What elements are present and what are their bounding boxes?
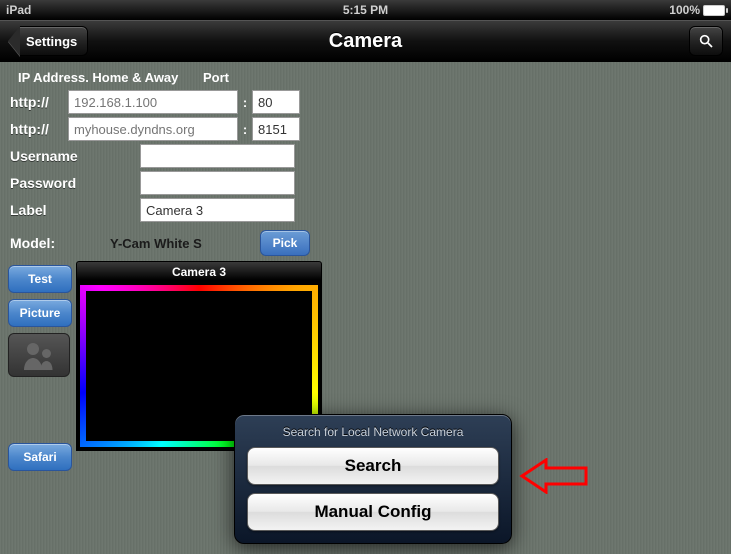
status-battery-percent: 100% — [669, 3, 700, 17]
model-value: Y-Cam White S — [110, 236, 260, 251]
header-port: Port — [203, 70, 263, 85]
model-label: Model: — [10, 235, 110, 251]
home-port-input[interactable] — [252, 90, 300, 114]
person-silhouette-icon — [21, 340, 57, 370]
popover-search-button[interactable]: Search — [247, 447, 499, 485]
proto-label-1: http:// — [10, 94, 68, 110]
back-button-label: Settings — [20, 26, 88, 56]
form-headers: IP Address. Home & Away Port — [10, 70, 360, 85]
battery-icon — [703, 5, 725, 16]
row-username: Username — [10, 143, 360, 169]
home-ip-input[interactable] — [68, 90, 238, 114]
magnifier-icon — [698, 33, 714, 49]
thumbnail-slot[interactable] — [8, 333, 70, 377]
search-popover: Search for Local Network Camera Search M… — [234, 414, 512, 544]
row-home-address: http:// : — [10, 89, 360, 115]
search-button[interactable] — [689, 26, 723, 56]
away-ip-input[interactable] — [68, 117, 238, 141]
test-button[interactable]: Test — [8, 265, 72, 293]
colon-sep-2: : — [238, 122, 252, 137]
row-away-address: http:// : — [10, 116, 360, 142]
safari-button[interactable]: Safari — [8, 443, 72, 471]
label-label: Label — [10, 202, 140, 218]
status-time: 5:15 PM — [343, 3, 388, 17]
nav-bar: Settings Camera — [0, 20, 731, 62]
popover-title: Search for Local Network Camera — [247, 425, 499, 439]
preview-title: Camera 3 — [76, 261, 322, 281]
back-chevron-icon — [8, 26, 20, 56]
proto-label-2: http:// — [10, 121, 68, 137]
camera-form: IP Address. Home & Away Port http:// : h… — [0, 62, 370, 257]
label-input[interactable] — [140, 198, 295, 222]
status-battery: 100% — [669, 3, 725, 17]
side-buttons: Test Picture Safari — [8, 261, 72, 471]
password-input[interactable] — [140, 171, 295, 195]
row-label: Label — [10, 197, 360, 223]
away-port-input[interactable] — [252, 117, 300, 141]
page-title: Camera — [329, 30, 402, 53]
password-label: Password — [10, 175, 140, 191]
back-button[interactable]: Settings — [8, 26, 88, 56]
app-root: iPad 5:15 PM 100% Settings Camera IP Add… — [0, 0, 731, 554]
popover-manual-config-button[interactable]: Manual Config — [247, 493, 499, 531]
colon-sep-1: : — [238, 95, 252, 110]
header-ip: IP Address. Home & Away — [18, 70, 203, 85]
status-bar: iPad 5:15 PM 100% — [0, 0, 731, 20]
username-label: Username — [10, 148, 140, 164]
username-input[interactable] — [140, 144, 295, 168]
picture-button[interactable]: Picture — [8, 299, 72, 327]
row-model: Model: Y-Cam White S Pick — [10, 229, 360, 257]
row-password: Password — [10, 170, 360, 196]
status-device: iPad — [6, 3, 31, 17]
pick-button[interactable]: Pick — [260, 230, 310, 256]
